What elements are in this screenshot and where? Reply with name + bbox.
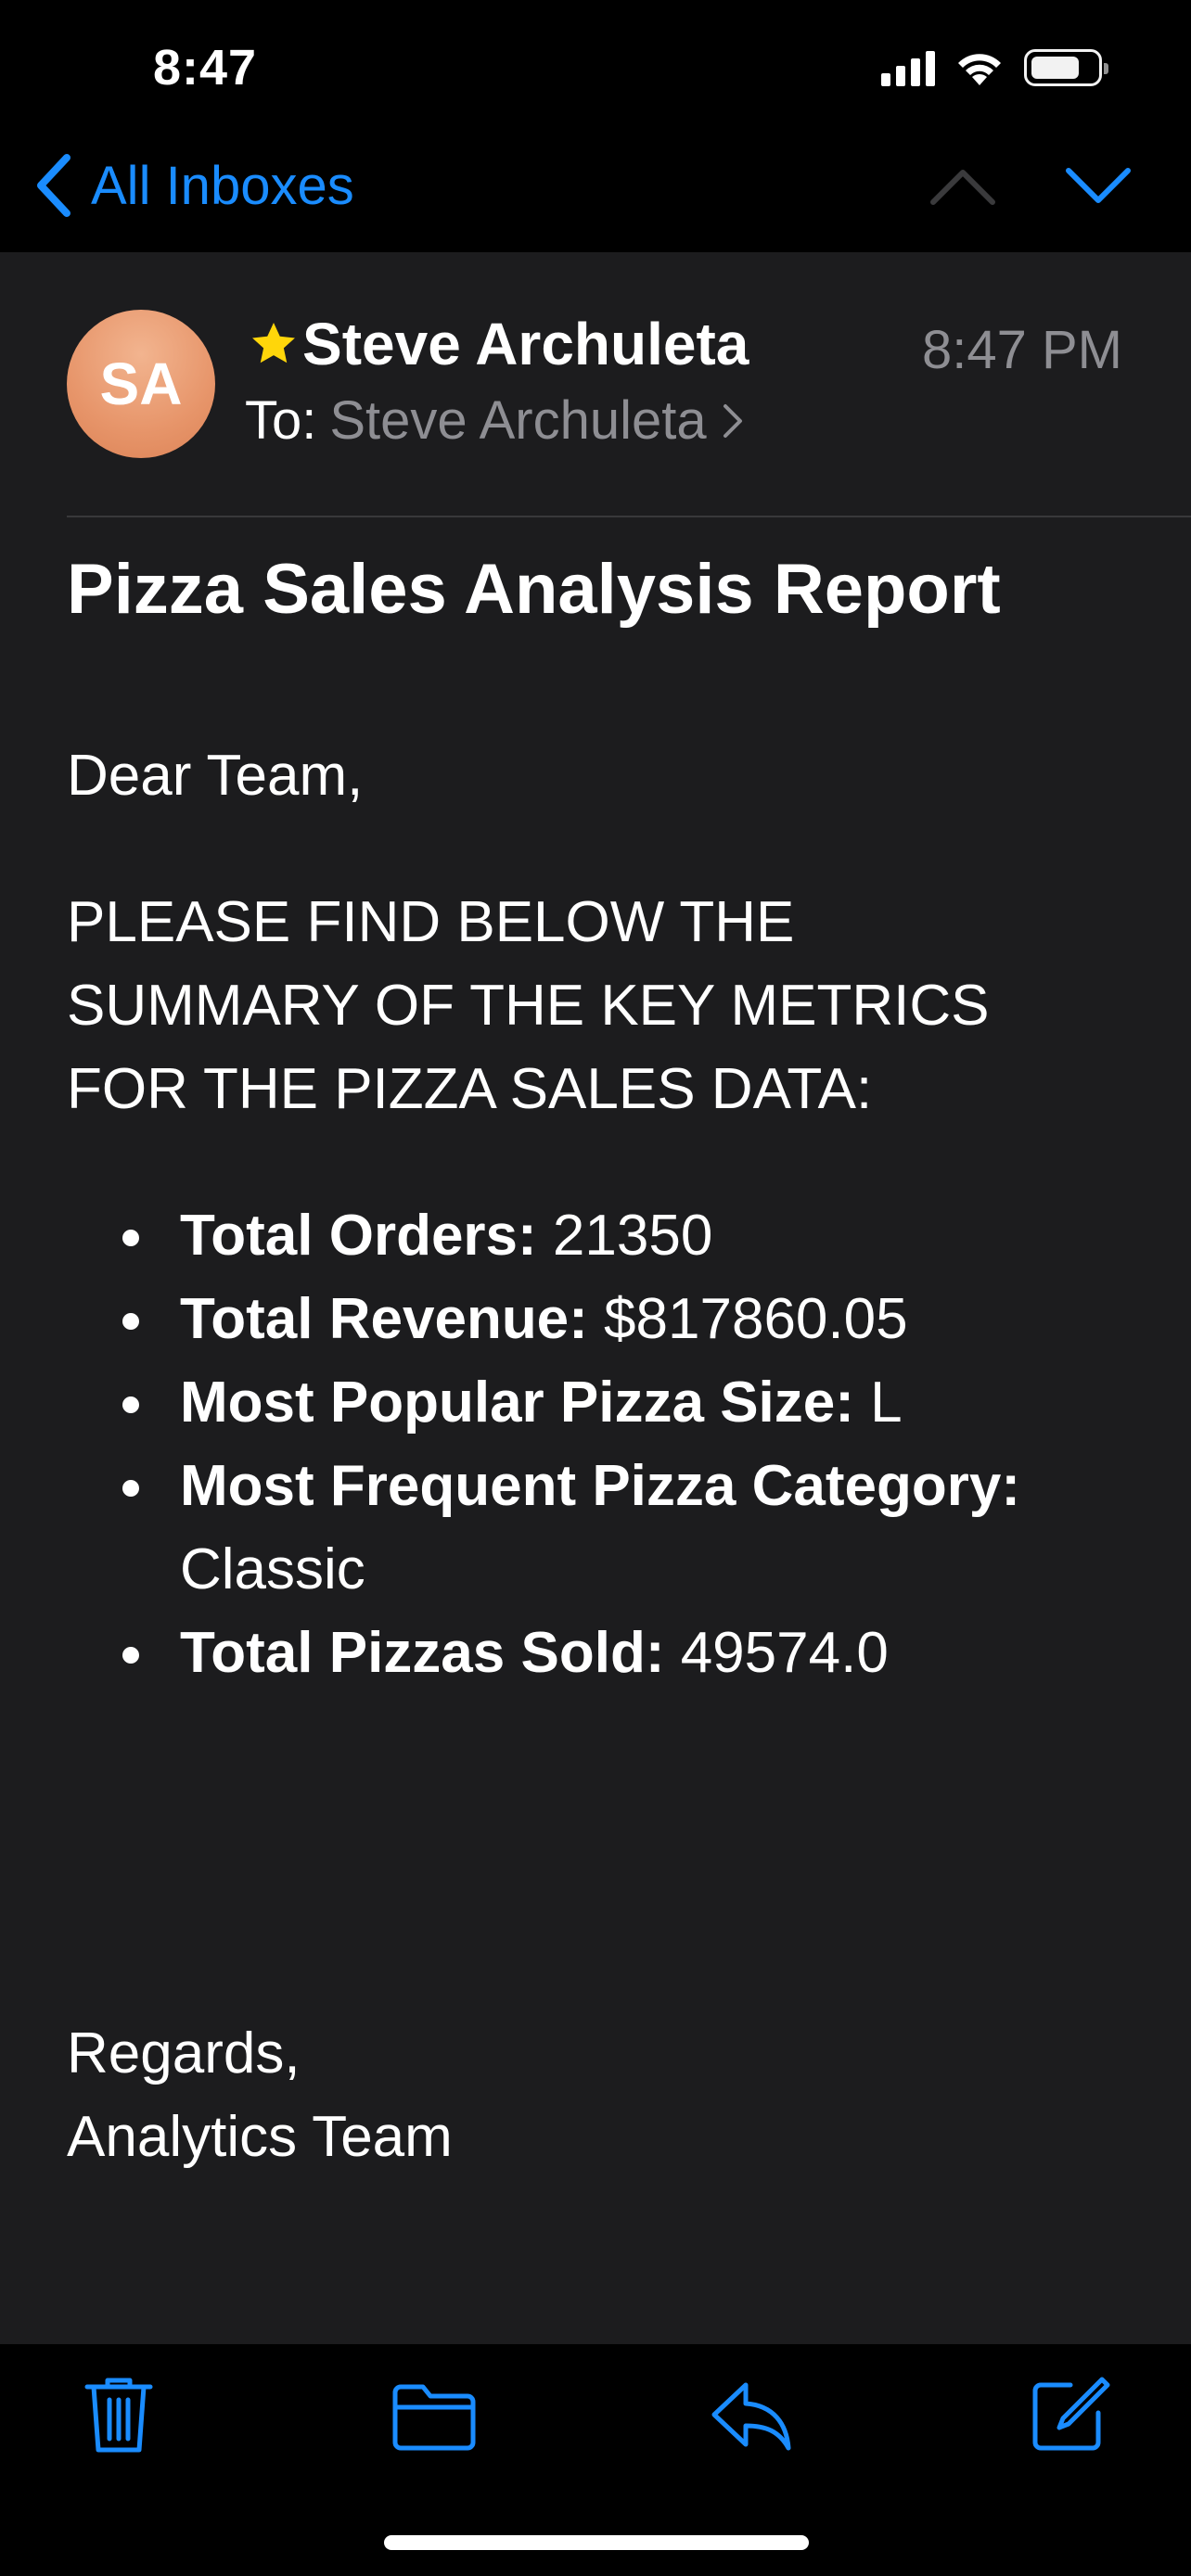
- battery-icon: [1024, 49, 1108, 86]
- navigation-bar: All Inboxes: [0, 139, 1191, 252]
- folder-icon: [392, 2384, 476, 2451]
- delete-button[interactable]: [82, 2374, 156, 2460]
- email-time: 8:47 PM: [922, 320, 1122, 380]
- metric-item: Most Frequent Pizza Category: Classic: [67, 1445, 1133, 1612]
- metric-item: Most Popular Pizza Size: L: [67, 1361, 1133, 1445]
- metric-label: Total Pizzas Sold:: [180, 1621, 665, 1685]
- message-view: SA Steve Archuleta 8:47 PM To: Steve Arc…: [0, 252, 1191, 2344]
- metric-value: L: [870, 1371, 903, 1435]
- home-indicator: [384, 2535, 809, 2550]
- sender-name: Steve Archuleta: [302, 311, 749, 377]
- chevron-left-icon: [37, 154, 70, 217]
- reply-button[interactable]: [709, 2374, 794, 2460]
- intro-text: PLEASE FIND BELOW THE SUMMARY OF THE KEY…: [67, 890, 990, 1121]
- status-bar: 8:47: [0, 0, 1191, 139]
- closing: Regards, Analytics Team: [67, 2012, 1133, 2179]
- metric-value: $817860.05: [604, 1287, 908, 1351]
- metric-item: Total Revenue: $817860.05: [67, 1278, 1133, 1361]
- chevron-down-icon: [1066, 168, 1131, 203]
- greeting: Dear Team,: [67, 744, 364, 808]
- metric-item: Total Pizzas Sold: 49574.0: [67, 1612, 1133, 1695]
- trash-icon: [84, 2378, 153, 2453]
- wifi-icon: [958, 54, 1001, 85]
- next-message-button[interactable]: [1063, 163, 1133, 214]
- reply-icon: [711, 2382, 791, 2451]
- email-subject: Pizza Sales Analysis Report: [67, 550, 1001, 629]
- compose-button[interactable]: [1028, 2374, 1113, 2460]
- header-divider: [67, 516, 1191, 517]
- status-time: 8:47: [153, 40, 258, 96]
- star-icon: [252, 323, 295, 363]
- metric-value: Classic: [180, 1537, 365, 1601]
- avatar[interactable]: SA: [67, 310, 215, 458]
- signature: Analytics Team: [67, 2105, 453, 2169]
- previous-message-button[interactable]: [928, 163, 998, 214]
- metric-label: Total Orders:: [180, 1204, 537, 1268]
- chevron-up-icon: [930, 170, 995, 205]
- metric-value: 21350: [552, 1204, 713, 1268]
- recipient-row[interactable]: To: Steve Archuleta: [245, 389, 744, 452]
- status-icons: [881, 48, 1108, 87]
- metric-value: 49574.0: [680, 1621, 889, 1685]
- chevron-right-icon: [723, 403, 742, 438]
- compose-icon: [1032, 2377, 1110, 2451]
- back-button[interactable]: All Inboxes: [33, 152, 354, 219]
- metric-label: Total Revenue:: [180, 1287, 588, 1351]
- metric-label: Most Popular Pizza Size:: [180, 1371, 854, 1435]
- metric-label: Most Frequent Pizza Category:: [180, 1454, 1020, 1518]
- back-label: All Inboxes: [91, 155, 354, 216]
- metrics-list: Total Orders: 21350 Total Revenue: $8178…: [67, 1194, 1133, 1695]
- to-label: To:: [245, 390, 317, 451]
- cellular-signal-icon: [881, 49, 935, 86]
- move-to-folder-button[interactable]: [390, 2374, 479, 2460]
- sender-row[interactable]: Steve Archuleta: [247, 310, 749, 378]
- recipient-name: Steve Archuleta: [329, 390, 707, 451]
- metric-item: Total Orders: 21350: [67, 1194, 1133, 1278]
- closing-line: Regards,: [67, 2021, 301, 2085]
